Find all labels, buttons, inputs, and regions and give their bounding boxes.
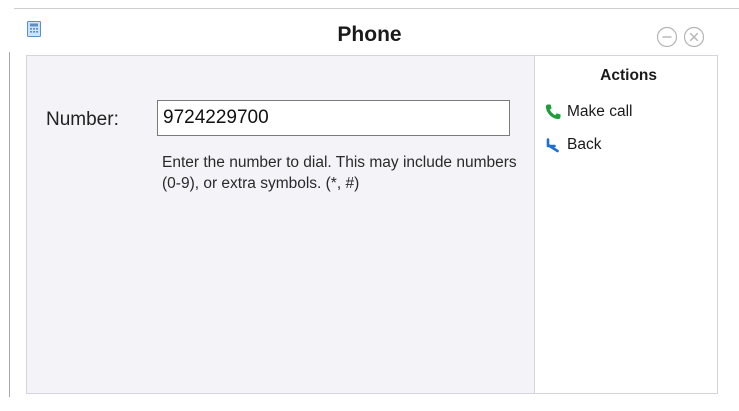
phone-icon (544, 103, 562, 121)
make-call-label: Make call (567, 103, 633, 120)
window-left-border (9, 52, 10, 397)
number-form: Number: Enter the number to dial. This m… (27, 56, 534, 393)
dialog-content: Number: Enter the number to dial. This m… (26, 55, 718, 394)
actions-title: Actions (600, 67, 657, 84)
back-action[interactable]: Back (544, 134, 601, 156)
minimize-icon[interactable] (656, 26, 678, 48)
number-help-text: Enter the number to dial. This may inclu… (162, 154, 517, 192)
close-icon[interactable] (683, 26, 705, 48)
title-bar: Phone (0, 0, 739, 54)
back-arrow-icon (544, 136, 562, 154)
window-title: Phone (337, 23, 402, 46)
phone-window: Phone Number: Enter the number to dial. … (0, 0, 739, 411)
actions-pane: Actions Make call Back (534, 56, 717, 393)
make-call-action[interactable]: Make call (544, 101, 632, 123)
title-bar-rule (14, 8, 739, 9)
number-input[interactable] (157, 100, 510, 136)
number-label: Number: (46, 109, 119, 130)
back-label: Back (567, 136, 602, 153)
